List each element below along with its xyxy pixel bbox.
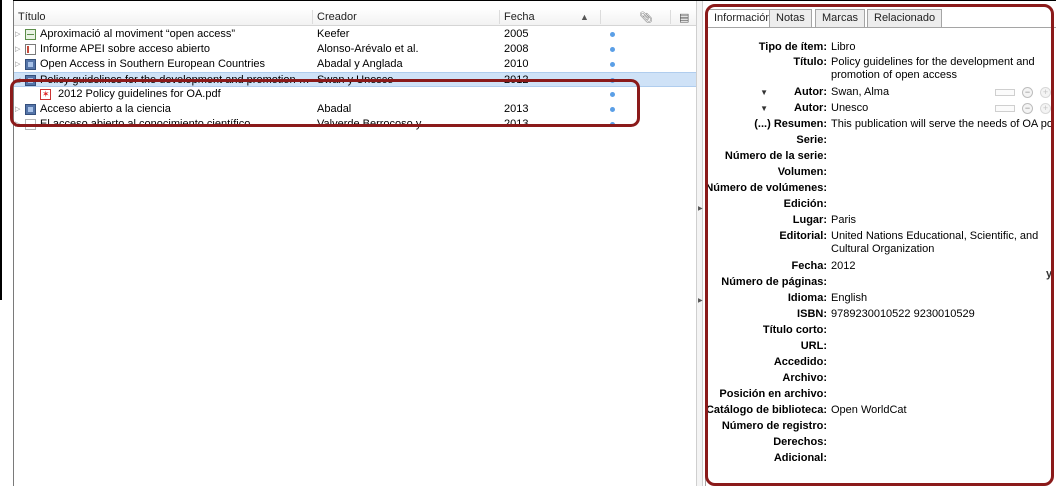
attachment-status-icon[interactable] [610,62,615,67]
column-separator[interactable] [600,10,601,24]
items-pane: Título Creador Fecha ▲ 📎︎ ▤ ▷ Aproximació… [14,1,696,486]
column-date[interactable]: Fecha [504,11,535,23]
item-date: 2005 [504,28,529,40]
book-icon [25,59,36,70]
column-title[interactable]: Título [18,11,46,23]
item-title: Informe APEI sobre acceso abierto [40,43,210,55]
splitter-grip-icon[interactable]: ▶ [698,205,703,212]
table-icon [25,29,36,40]
item-title: Aproximació al moviment “open access” [40,28,236,40]
attachment-status-icon[interactable] [610,32,615,37]
sort-ascending-icon: ▲ [580,12,589,22]
paperclip-icon[interactable]: 📎︎ [639,11,653,24]
item-date: 2008 [504,43,529,55]
column-header: Título Creador Fecha ▲ 📎︎ ▤ [14,8,696,26]
column-separator[interactable] [312,10,313,24]
pane-splitter[interactable]: ▶ ▶ [696,1,703,486]
collapsed-twisty-icon[interactable]: ▷ [15,42,23,57]
collapsed-twisty-icon[interactable]: ▷ [15,57,23,72]
left-window-edge [0,0,2,300]
column-separator[interactable] [499,10,500,24]
highlight-annotation-items [10,79,640,127]
column-picker-icon[interactable]: ▤ [679,11,689,24]
item-row[interactable]: ▷ Informe APEI sobre acceso abierto Alonso… [14,42,696,57]
highlight-annotation-info [705,4,1054,486]
item-creator: Alonso-Arévalo et al. [317,43,419,55]
column-separator[interactable] [670,10,671,24]
item-creator: Keefer [317,28,350,40]
item-date: 2010 [504,58,529,70]
column-creator[interactable]: Creador [317,11,357,23]
attachment-status-icon[interactable] [610,47,615,52]
item-title: Open Access in Southern European Countri… [40,58,266,70]
item-row[interactable]: ▷ Open Access in Southern European Countr… [14,57,696,72]
item-creator: Abadal y Anglada [317,58,403,70]
splitter-grip-icon[interactable]: ▶ [698,297,703,304]
item-row[interactable]: ▷ Aproximació al moviment “open access” Ke… [14,27,696,42]
report-icon [25,44,36,55]
collapsed-twisty-icon[interactable]: ▷ [15,27,23,42]
